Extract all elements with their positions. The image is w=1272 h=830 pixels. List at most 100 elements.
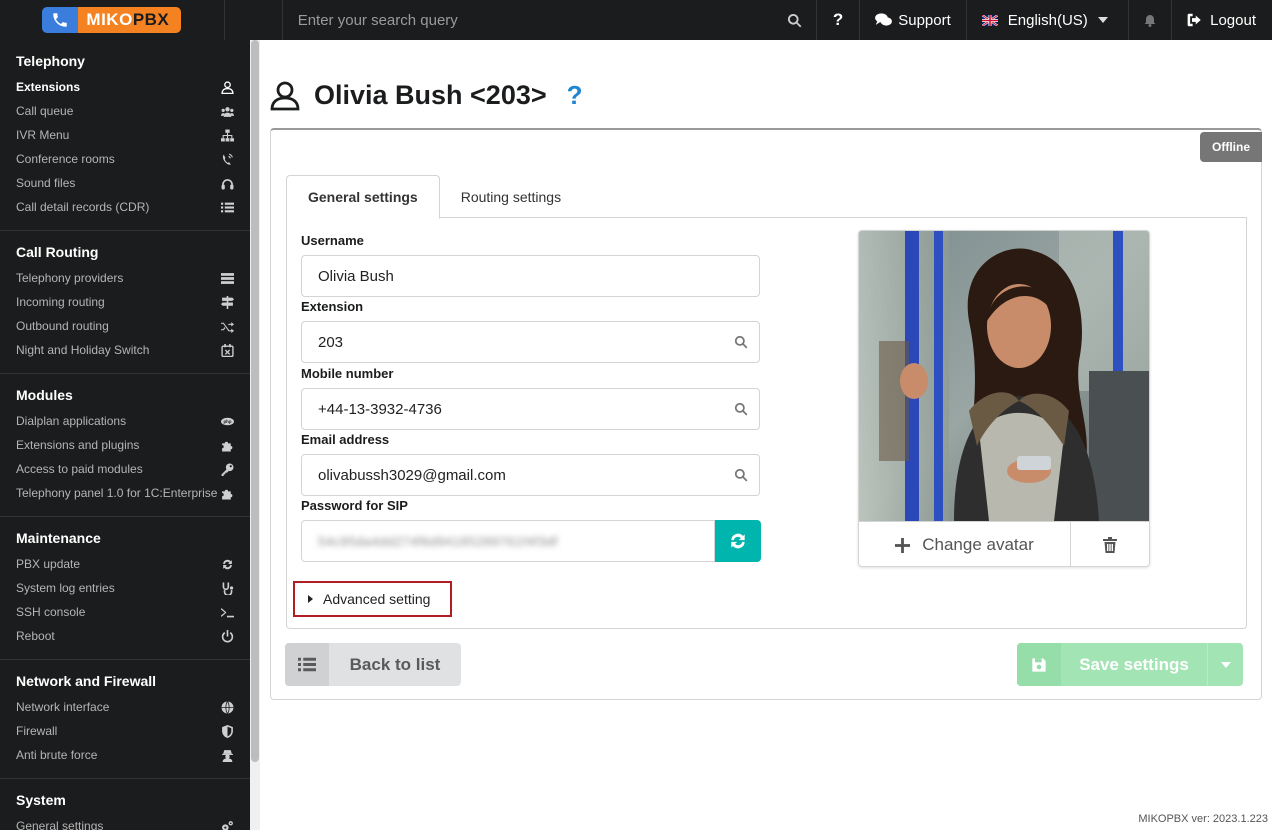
sign-icon: [221, 295, 234, 309]
notifications-button[interactable]: [1127, 0, 1171, 40]
sidebar-group-system: System General settings: [0, 779, 250, 830]
sidebar-item-extensions-plugins[interactable]: Extensions and plugins: [0, 433, 250, 457]
sidebar-header: Network and Firewall: [16, 673, 157, 689]
sidebar-item-conference-rooms[interactable]: Conference rooms: [0, 147, 250, 171]
sidebar-item-ssh-console[interactable]: SSH console: [0, 600, 250, 624]
sidebar-item-extensions[interactable]: Extensions: [0, 75, 250, 99]
question-icon: ?: [832, 10, 844, 29]
sidebar-header: Modules: [16, 387, 73, 403]
support-button[interactable]: Support: [859, 0, 966, 40]
generate-password-button[interactable]: [715, 520, 761, 562]
search-icon: [787, 13, 802, 27]
delete-avatar-button[interactable]: [1071, 522, 1149, 566]
search-icon: [734, 402, 748, 416]
email-label: Email address: [301, 432, 390, 447]
status-badge: Offline: [1200, 132, 1262, 162]
key-icon: [221, 463, 234, 476]
sidebar-item-reboot[interactable]: Reboot: [0, 624, 250, 648]
sidebar-item-anti-brute-force[interactable]: Anti brute force: [0, 743, 250, 767]
user-outline-icon: [270, 81, 300, 110]
logo-area[interactable]: MIKOPBX: [0, 0, 225, 40]
svg-text:php: php: [224, 419, 232, 424]
sidebar-item-telephony-providers[interactable]: Telephony providers: [0, 266, 250, 290]
email-field[interactable]: olivabussh3029@gmail.com: [301, 454, 760, 496]
tab-menu: General settings Routing settings: [286, 175, 1247, 219]
sidebar-item-call-queue[interactable]: Call queue: [0, 99, 250, 123]
extension-field[interactable]: 203: [301, 321, 760, 363]
sidebar-item-cdr[interactable]: Call detail records (CDR): [0, 195, 250, 219]
bell-icon: [1144, 14, 1156, 27]
sidebar-group-maintenance: Maintenance PBX update System log entrie…: [0, 517, 250, 660]
sidebar-item-label: Incoming routing: [16, 295, 105, 309]
cogs-icon: [222, 820, 233, 830]
list-icon: [285, 643, 329, 686]
page-title: Olivia Bush <203> ?: [270, 80, 583, 111]
caret-down-icon: [1220, 661, 1231, 668]
sidebar: Telephony Extensions Call queue IVR Menu…: [0, 40, 250, 830]
plus-icon: [895, 537, 911, 553]
sync-icon: [731, 533, 745, 549]
sidebar-item-label: Reboot: [16, 629, 55, 643]
sidebar-item-label: IVR Menu: [16, 128, 70, 142]
sidebar-item-network-interface[interactable]: Network interface: [0, 695, 250, 719]
help-button[interactable]: ?: [815, 0, 859, 40]
sidebar-item-label: Anti brute force: [16, 748, 98, 762]
sidebar-header: System: [16, 792, 66, 808]
email-value: olivabussh3029@gmail.com: [318, 466, 506, 484]
advanced-setting-label: Advanced setting: [323, 591, 431, 607]
save-settings-button[interactable]: Save settings: [1017, 643, 1243, 686]
avatar-card: Change avatar: [858, 230, 1150, 567]
sidebar-item-label: Sound files: [16, 176, 76, 190]
language-dropdown[interactable]: English(US): [965, 0, 1128, 40]
mikopbx-logo[interactable]: MIKOPBX: [42, 7, 182, 33]
sidebar-item-paid-modules[interactable]: Access to paid modules: [0, 457, 250, 481]
sidebar-item-telephony-panel[interactable]: Telephony panel 1.0 for 1C:Enterprise: [0, 481, 250, 505]
logout-button[interactable]: Logout: [1171, 0, 1272, 40]
password-label: Password for SIP: [301, 498, 408, 513]
sidebar-item-pbx-update[interactable]: PBX update: [0, 552, 250, 576]
search-input[interactable]: [297, 11, 728, 29]
sidebar-item-sound-files[interactable]: Sound files: [0, 171, 250, 195]
language-label: English(US): [1007, 11, 1088, 29]
page-title-text: Olivia Bush <203>: [314, 80, 547, 110]
trash-icon: [1103, 537, 1117, 553]
sidebar-item-dialplan-applications[interactable]: Dialplan applications php: [0, 409, 250, 433]
sidebar-item-firewall[interactable]: Firewall: [0, 719, 250, 743]
sidebar-item-label: Conference rooms: [16, 152, 115, 166]
sidebar-item-general-settings[interactable]: General settings: [0, 814, 250, 830]
sidebar-scrollbar-thumb[interactable]: [251, 40, 259, 762]
username-field[interactable]: Olivia Bush: [301, 255, 760, 297]
save-options-dropdown[interactable]: [1207, 643, 1243, 686]
help-question-icon[interactable]: ?: [567, 80, 583, 111]
sidebar-item-outbound-routing[interactable]: Outbound routing: [0, 314, 250, 338]
back-to-list-button[interactable]: Back to list: [285, 643, 461, 686]
sidebar-scrollbar[interactable]: [250, 40, 260, 830]
sidebar-item-label: Network interface: [16, 700, 110, 714]
tab-general-settings[interactable]: General settings: [286, 175, 440, 219]
avatar-photo[interactable]: [859, 231, 1149, 521]
save-settings-label: Save settings: [1079, 654, 1189, 674]
terminal-icon: [221, 607, 234, 617]
sip-password-value: 54c95da4dd274f6d94185289761f4f3df: [318, 533, 558, 549]
extension-label: Extension: [301, 299, 364, 314]
search-button[interactable]: [773, 0, 816, 40]
sidebar-group-modules: Modules Dialplan applications php Extensi…: [0, 374, 250, 517]
sip-password-field[interactable]: 54c95da4dd274f6d94185289761f4f3df: [301, 520, 715, 562]
tab-routing-settings[interactable]: Routing settings: [440, 175, 582, 218]
sidebar-item-label: Outbound routing: [16, 319, 109, 333]
user-icon: [221, 80, 234, 94]
top-bar: MIKOPBX ? Support English(US) Logout: [0, 0, 1272, 40]
advanced-setting-toggle[interactable]: Advanced setting: [293, 581, 452, 617]
sidebar-item-night-holiday-switch[interactable]: Night and Holiday Switch: [0, 338, 250, 362]
power-icon: [221, 629, 234, 642]
sidebar-item-ivr-menu[interactable]: IVR Menu: [0, 123, 250, 147]
shield-icon: [222, 724, 233, 738]
sidebar-item-system-log[interactable]: System log entries: [0, 576, 250, 600]
sidebar-item-incoming-routing[interactable]: Incoming routing: [0, 290, 250, 314]
sidebar-item-label: Telephony providers: [16, 271, 124, 285]
change-avatar-button[interactable]: Change avatar: [859, 522, 1071, 566]
sidebar-item-label: Telephony panel 1.0 for 1C:Enterprise: [16, 486, 218, 500]
puzzle-icon: [222, 489, 233, 499]
sync-icon: [223, 559, 232, 569]
mobile-number-field[interactable]: +44-13-3932-4736: [301, 388, 760, 430]
